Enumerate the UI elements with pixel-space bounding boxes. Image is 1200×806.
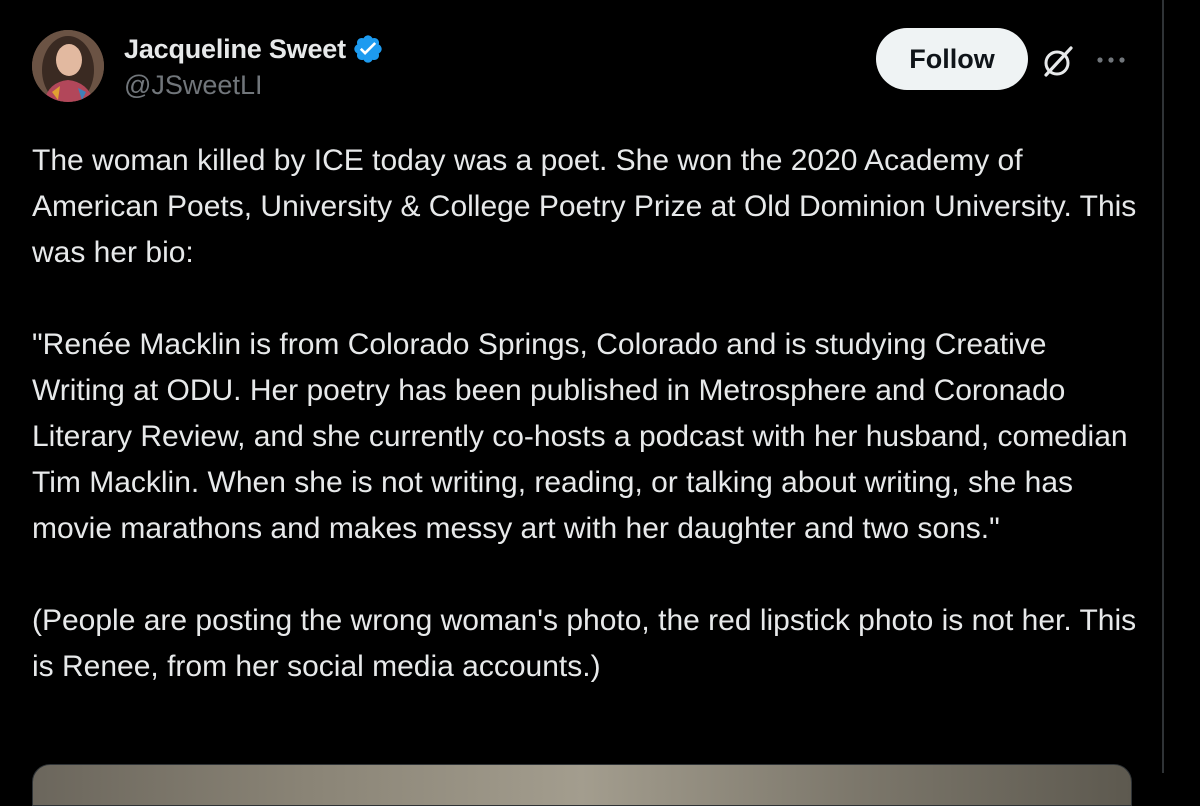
avatar[interactable]	[32, 30, 104, 102]
grok-icon[interactable]	[1038, 42, 1078, 82]
verified-badge-icon	[354, 35, 382, 63]
timeline-divider	[1162, 0, 1164, 773]
tweet: Jacqueline Sweet @JSweetLI Follow The wo…	[32, 0, 1152, 806]
tweet-media-photo[interactable]	[32, 764, 1132, 806]
author-name[interactable]: Jacqueline Sweet	[124, 34, 346, 65]
more-icon[interactable]	[1094, 50, 1128, 70]
author-handle[interactable]: @JSweetLI	[124, 68, 384, 102]
tweet-paragraph: (People are posting the wrong woman's ph…	[32, 604, 1137, 683]
tweet-text: The woman killed by ICE today was a poet…	[32, 138, 1142, 690]
follow-button[interactable]: Follow	[876, 28, 1028, 90]
tweet-paragraph: The woman killed by ICE today was a poet…	[32, 144, 1137, 269]
tweet-paragraph: "Renée Macklin is from Colorado Springs,…	[32, 328, 1128, 545]
author-block: Jacqueline Sweet @JSweetLI	[124, 30, 384, 102]
